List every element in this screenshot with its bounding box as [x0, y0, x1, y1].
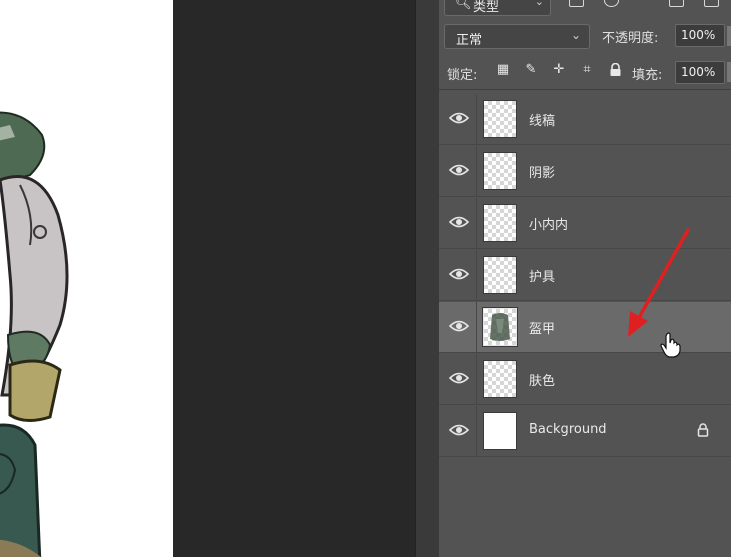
filter-adjustment-icon[interactable] — [604, 0, 619, 7]
lock-all-icon[interactable] — [608, 62, 622, 77]
armor-thumbnail-icon — [490, 313, 510, 341]
layer-thumbnail — [483, 256, 517, 294]
filter-pixel-icon[interactable] — [569, 0, 584, 7]
chevron-down-icon: ⌄ — [534, 0, 544, 8]
visibility-toggle[interactable] — [439, 250, 477, 301]
layer-name: 线稿 — [529, 114, 556, 129]
opacity-slider-handle[interactable] — [727, 26, 731, 46]
visibility-toggle[interactable] — [439, 406, 477, 457]
eye-icon — [449, 164, 469, 176]
fill-input[interactable]: 100% — [675, 61, 725, 84]
layer-row-background[interactable]: Background — [439, 406, 731, 457]
blend-mode-value: 正常 — [456, 33, 483, 48]
layer-row[interactable]: 线稿 — [439, 94, 731, 145]
visibility-toggle[interactable] — [439, 146, 477, 197]
panel-separator — [439, 89, 731, 90]
eye-icon — [449, 268, 469, 280]
layer-name: 护具 — [529, 270, 556, 285]
lock-icons: ▦ ✎ ✛ ⌗ — [496, 63, 622, 77]
filter-shape-icon[interactable] — [669, 0, 684, 7]
filter-kind-label: 类型 — [473, 0, 500, 15]
visibility-toggle[interactable] — [439, 198, 477, 249]
visibility-toggle[interactable] — [439, 302, 477, 353]
layer-thumbnail — [482, 307, 518, 347]
character-artwork — [0, 111, 69, 557]
lock-transparent-pixels-icon[interactable]: ▦ — [496, 63, 510, 77]
annotation-arrow — [628, 228, 690, 337]
eye-icon — [449, 216, 469, 228]
layer-row[interactable]: 阴影 — [439, 146, 731, 197]
lock-icon[interactable] — [697, 423, 709, 437]
eye-icon — [449, 112, 469, 124]
fill-slider-handle[interactable] — [727, 62, 731, 82]
eye-icon — [449, 320, 469, 332]
layer-thumbnail — [483, 412, 517, 450]
eye-icon — [449, 424, 469, 436]
filter-kind-dropdown[interactable]: 🔍︎ 类型 ⌄ — [444, 0, 551, 16]
layer-name: 阴影 — [529, 166, 556, 181]
lock-artboard-icon[interactable]: ⌗ — [580, 63, 594, 77]
layer-thumbnail — [483, 204, 517, 242]
search-icon: 🔍︎ — [455, 0, 472, 11]
layer-thumbnail — [483, 152, 517, 190]
chevron-down-icon: ⌄ — [570, 28, 581, 42]
lock-image-pixels-icon[interactable]: ✎ — [524, 63, 538, 77]
layer-name: 肤色 — [529, 374, 556, 389]
filter-icons — [569, 0, 719, 7]
document-canvas[interactable] — [0, 0, 173, 557]
opacity-label: 不透明度: — [602, 31, 659, 46]
hand-cursor-icon — [660, 332, 681, 358]
layer-thumbnail — [483, 100, 517, 138]
lock-label: 锁定: — [447, 68, 478, 83]
lock-position-icon[interactable]: ✛ — [552, 63, 566, 77]
filter-type-icon[interactable] — [639, 0, 649, 7]
fill-label: 填充: — [632, 68, 663, 83]
visibility-toggle[interactable] — [439, 354, 477, 405]
panel-divider[interactable] — [415, 0, 441, 557]
visibility-toggle[interactable] — [439, 94, 477, 145]
pasteboard-area — [173, 0, 415, 557]
layer-thumbnail — [483, 360, 517, 398]
layer-name: 盔甲 — [529, 322, 556, 337]
layer-name: Background — [529, 422, 607, 437]
layer-row[interactable]: 肤色 — [439, 354, 731, 405]
filter-smart-object-icon[interactable] — [704, 0, 719, 7]
eye-icon — [449, 372, 469, 384]
opacity-input[interactable]: 100% — [675, 24, 725, 47]
blend-mode-dropdown[interactable]: 正常 ⌄ — [444, 24, 590, 49]
filter-row: 🔍︎ 类型 ⌄ — [439, 0, 731, 18]
layer-name: 小内内 — [529, 218, 569, 233]
